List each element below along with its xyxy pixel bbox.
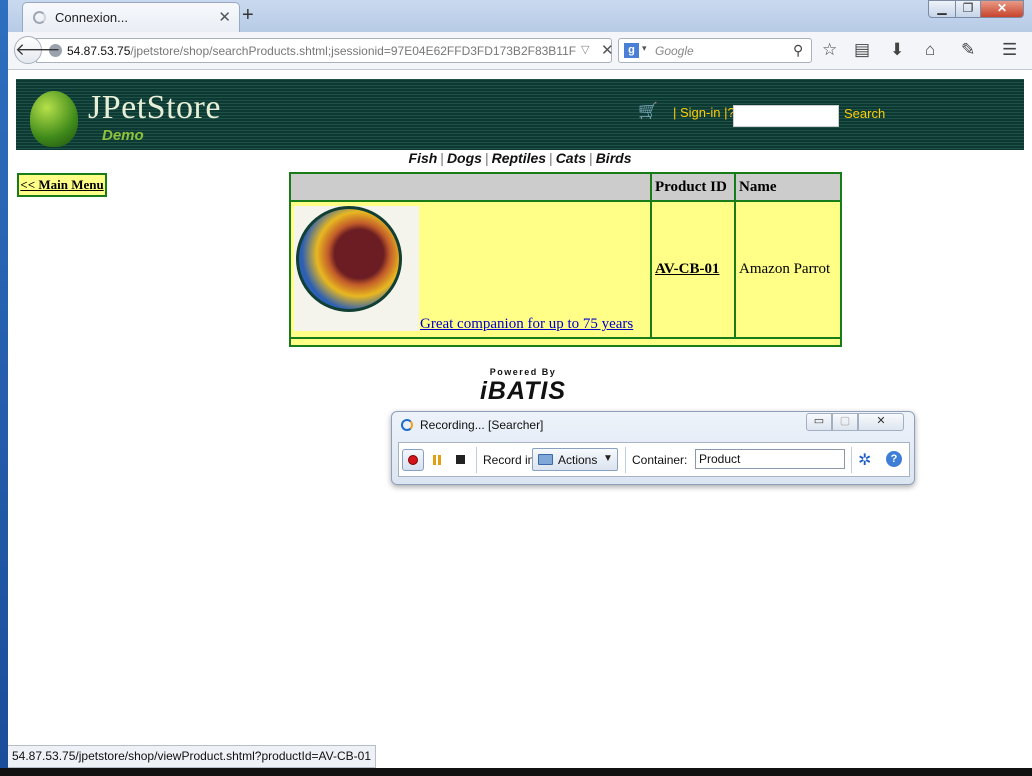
browser-window: Connexion... ✕ + ▁ ❐ ✕ 54.87.53.75/jpets… [8, 0, 1032, 768]
download-icon[interactable]: ⬇ [890, 40, 904, 60]
pause-button[interactable] [426, 449, 448, 471]
logo-subtitle: Demo [102, 127, 144, 144]
container-label: Container: [632, 453, 688, 467]
stop-icon [455, 455, 465, 464]
status-bar: 54.87.53.75/jpetstore/shop/viewProduct.s… [8, 745, 376, 768]
parrot-logo-icon[interactable] [30, 91, 78, 147]
powered-by-ibatis-logo[interactable]: Powered By iBATIS [468, 367, 578, 409]
separator: | [484, 150, 489, 166]
category-link-birds[interactable]: Birds [596, 150, 632, 166]
divider [476, 447, 477, 473]
category-nav: Fish | Dogs | Reptiles | Cats | Birds [8, 150, 1032, 166]
category-link-reptiles[interactable]: Reptiles [492, 150, 546, 166]
tab-close-icon[interactable]: ✕ [218, 8, 231, 26]
table-row: Great companion for up to 75 years AV-CB… [289, 200, 842, 339]
recorder-dialog: Recording... [Searcher] ▭ ▢ ✕ Record in:… [391, 411, 915, 485]
product-description-link[interactable]: Great companion for up to 75 years [420, 316, 633, 333]
table-footer-row [289, 337, 842, 347]
record-in-label: Record in: [483, 453, 538, 467]
folder-icon [538, 454, 553, 465]
tab-title: Connexion... [55, 10, 128, 25]
desktop-edge [0, 0, 8, 776]
main-menu-link[interactable]: << Main Menu [17, 173, 107, 197]
home-icon[interactable]: ⌂ [925, 40, 935, 60]
loading-icon [33, 11, 46, 24]
product-table: Product ID Name Great companion for up t… [289, 172, 842, 347]
column-header-product-id: Product ID [650, 172, 736, 202]
store-header: JPetStore Demo 🛒 | Sign-in |? Search [16, 79, 1024, 150]
web-page: JPetStore Demo 🛒 | Sign-in |? Search Fis… [8, 71, 1032, 768]
search-icon[interactable]: ⚲ [793, 42, 803, 59]
product-id-cell: AV-CB-01 [650, 200, 736, 339]
parrot-image[interactable] [294, 206, 419, 331]
new-tab-icon[interactable]: + [242, 4, 254, 27]
maximize-icon[interactable]: ▢ [832, 413, 858, 431]
table-header-row: Product ID Name [289, 172, 842, 202]
divider [851, 447, 852, 473]
powered-by-text: Powered By [489, 367, 557, 377]
stop-icon[interactable]: ✕ [601, 41, 614, 59]
google-icon[interactable]: g [624, 43, 639, 58]
chevron-down-icon: ▼ [603, 453, 613, 464]
browser-titlebar: Connexion... ✕ + ▁ ❐ ✕ [8, 0, 1032, 32]
help-icon[interactable]: ? [886, 451, 902, 467]
category-link-fish[interactable]: Fish [409, 150, 438, 166]
ibatis-brand: iBATIS [479, 377, 567, 405]
pause-icon [433, 455, 436, 465]
keyword-input[interactable] [733, 105, 839, 127]
product-image-cell: Great companion for up to 75 years [289, 200, 652, 339]
recorder-toolbar: Record in: Actions ▼ Container: ✲ ? [398, 442, 910, 477]
search-engine-dropdown-icon[interactable]: ▾ [642, 43, 647, 54]
reading-list-icon[interactable]: ▤ [854, 40, 870, 60]
back-button[interactable]: 🡐 [14, 36, 61, 64]
divider [625, 447, 626, 473]
column-header-image [289, 172, 652, 202]
url-text[interactable]: 54.87.53.75/jpetstore/shop/searchProduct… [67, 44, 577, 58]
recorder-app-icon [401, 419, 413, 431]
separator: | [440, 150, 444, 166]
taskbar [0, 768, 1032, 776]
category-link-dogs[interactable]: Dogs [447, 150, 482, 166]
product-id-link[interactable]: AV-CB-01 [655, 261, 719, 277]
menu-icon[interactable]: ☰ [1002, 40, 1017, 60]
record-button[interactable] [402, 449, 424, 471]
stop-button[interactable] [449, 449, 471, 471]
maximize-icon[interactable]: ❐ [955, 0, 981, 18]
close-icon[interactable]: ✕ [980, 0, 1024, 18]
close-icon[interactable]: ✕ [858, 413, 904, 431]
minimize-icon[interactable]: ▭ [806, 413, 832, 431]
separator: | [589, 150, 593, 166]
search-button[interactable]: Search [844, 106, 885, 121]
record-in-dropdown[interactable]: Actions ▼ [532, 448, 618, 471]
url-bar[interactable]: 54.87.53.75/jpetstore/shop/searchProduct… [36, 38, 614, 63]
recorder-title: Recording... [Searcher] [420, 418, 544, 432]
star-icon[interactable]: ☆ [822, 40, 837, 60]
separator: | [549, 150, 553, 166]
product-name-cell: Amazon Parrot [734, 200, 842, 339]
url-history-icon[interactable]: ▽ [581, 43, 589, 56]
logo-title[interactable]: JPetStore [88, 89, 221, 127]
search-bar[interactable]: g ▾ Google ⚲ [618, 38, 812, 63]
navigation-bar: 54.87.53.75/jpetstore/shop/searchProduct… [8, 32, 1032, 70]
search-placeholder: Google [655, 44, 694, 58]
container-input[interactable] [695, 449, 845, 469]
sync-icon[interactable]: ✎ [961, 40, 975, 60]
category-link-cats[interactable]: Cats [556, 150, 586, 166]
header-links[interactable]: | Sign-in |? [655, 105, 735, 120]
browser-tab[interactable]: Connexion... ✕ [22, 2, 240, 32]
record-in-value: Actions [558, 453, 598, 467]
record-icon [408, 455, 418, 465]
minimize-icon[interactable]: ▁ [928, 0, 956, 18]
crosshair-icon[interactable]: ✲ [858, 450, 871, 470]
column-header-name: Name [734, 172, 842, 202]
